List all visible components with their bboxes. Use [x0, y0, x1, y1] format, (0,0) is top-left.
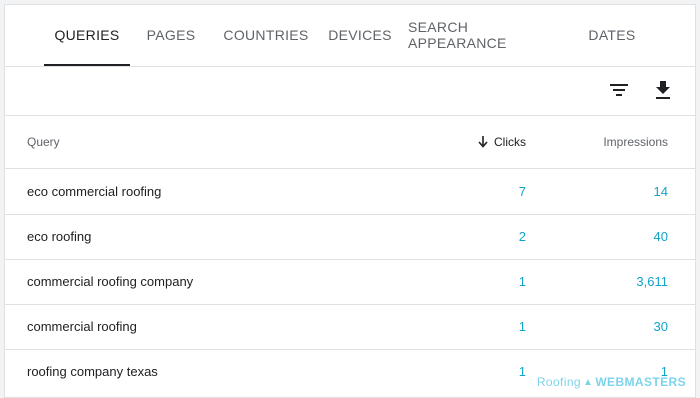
query-cell: commercial roofing [27, 319, 137, 334]
table-row[interactable]: commercial roofing 1 30 [5, 304, 695, 350]
clicks-cell: 2 [518, 229, 526, 244]
clicks-cell: 7 [518, 184, 526, 199]
tab-queries[interactable]: QUERIES [44, 5, 130, 66]
query-cell: commercial roofing company [27, 274, 194, 289]
roof-icon: ▲ [583, 376, 594, 388]
clicks-cell: 1 [518, 274, 526, 289]
impressions-cell: 30 [653, 319, 668, 334]
arrow-down-icon [478, 136, 488, 148]
impressions-cell: 3,611 [636, 274, 668, 289]
column-header-impressions[interactable]: Impressions [603, 116, 668, 168]
performance-table-card: QUERIES PAGES COUNTRIES DEVICES SEARCH A… [4, 4, 696, 398]
clicks-cell: 1 [518, 319, 526, 334]
column-header-clicks[interactable]: Clicks [478, 116, 526, 168]
tab-bar: QUERIES PAGES COUNTRIES DEVICES SEARCH A… [5, 5, 695, 67]
tab-search-appearance[interactable]: SEARCH APPEARANCE [408, 5, 560, 65]
table-row[interactable]: eco roofing 2 40 [5, 214, 695, 260]
watermark-part2: WEBMASTERS [595, 375, 686, 389]
impressions-cell: 14 [653, 184, 668, 199]
query-cell: roofing company texas [27, 364, 158, 379]
impressions-cell: 40 [653, 229, 668, 244]
table-row[interactable]: commercial roofing company 1 3,611 [5, 259, 695, 305]
filter-icon[interactable] [605, 76, 633, 104]
query-cell: eco commercial roofing [27, 184, 162, 199]
clicks-cell: 1 [518, 364, 526, 379]
query-cell: eco roofing [27, 229, 92, 244]
tab-countries[interactable]: COUNTRIES [223, 5, 309, 65]
brand-watermark: Roofing ▲ WEBMASTERS [537, 375, 686, 389]
column-header-clicks-label: Clicks [494, 135, 526, 149]
table-toolbar [5, 66, 695, 116]
column-header-query[interactable]: Query [27, 116, 60, 168]
tab-dates[interactable]: DATES [577, 5, 647, 65]
tab-devices[interactable]: DEVICES [325, 5, 395, 65]
download-icon[interactable] [649, 76, 677, 104]
table-header: Query Clicks Impressions [5, 116, 695, 169]
table-row[interactable]: eco commercial roofing 7 14 [5, 169, 695, 215]
tab-pages[interactable]: PAGES [139, 5, 203, 65]
watermark-part1: Roofing [536, 375, 582, 389]
